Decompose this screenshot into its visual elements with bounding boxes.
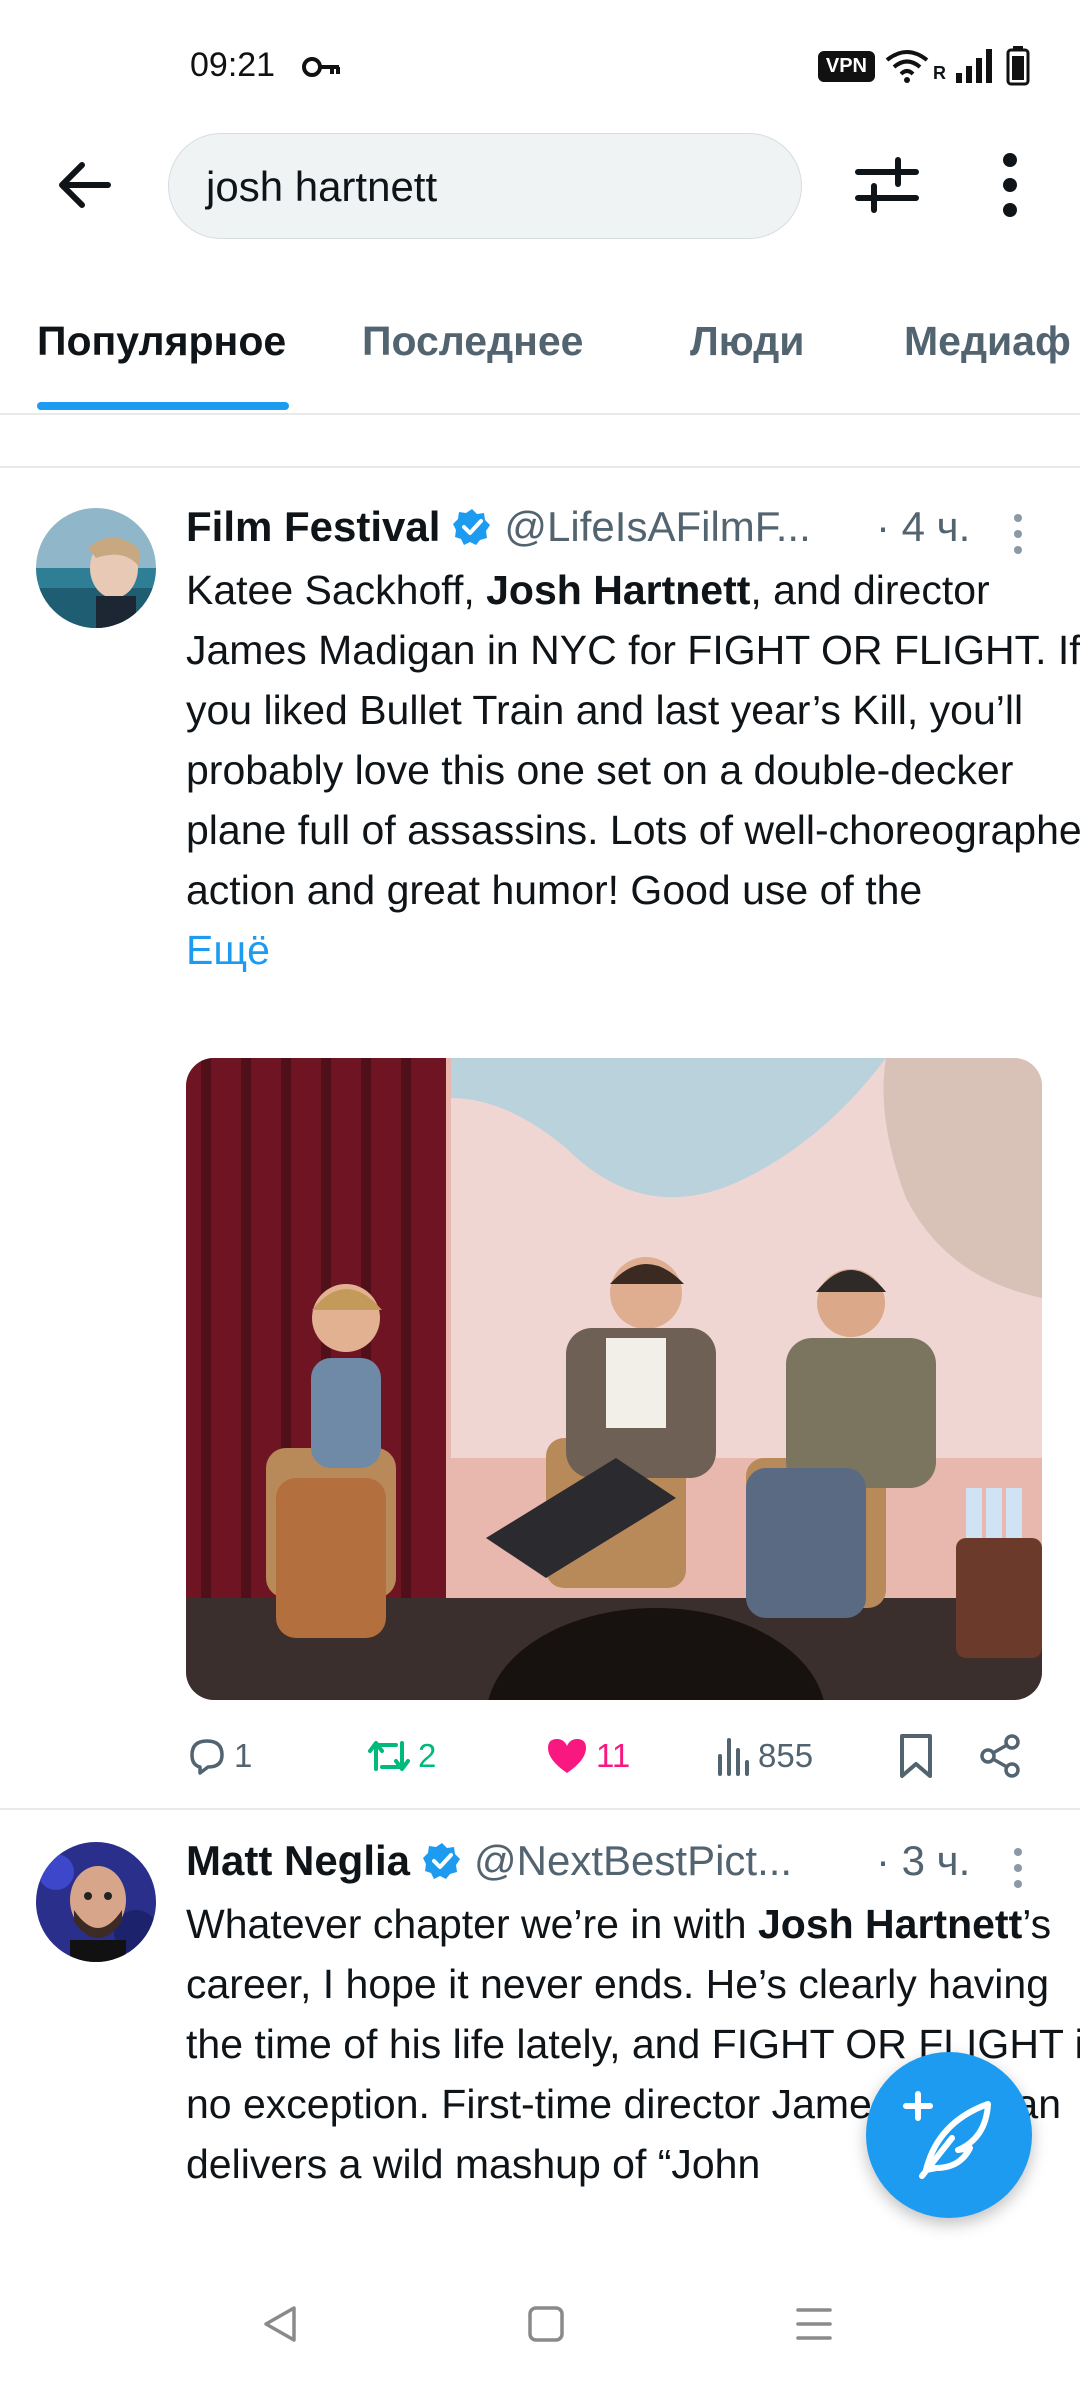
heart-icon xyxy=(548,1739,586,1773)
status-time: 09:21 xyxy=(190,46,276,84)
retweet-count: 2 xyxy=(418,1737,437,1774)
back-arrow-icon[interactable] xyxy=(50,150,120,220)
tweet-header: Matt Neglia @NextBestPict... xyxy=(186,1837,792,1885)
tweet-text-segment: , and director James Madigan in NYC for … xyxy=(186,567,1080,913)
tweet-photo[interactable] xyxy=(186,1058,1042,1700)
tab-people[interactable]: Люди xyxy=(690,318,804,365)
verified-badge-icon xyxy=(423,1843,461,1879)
search-query-text[interactable]: josh hartnett xyxy=(206,163,437,211)
tweet-text-highlight: Josh Hartnett xyxy=(757,1901,1023,1947)
filter-settings-icon[interactable] xyxy=(852,150,922,220)
retweet-button[interactable]: 2 xyxy=(366,1730,436,1782)
retweet-icon xyxy=(368,1741,410,1771)
compose-tweet-button[interactable] xyxy=(866,2052,1032,2218)
nav-back-icon[interactable] xyxy=(258,2302,302,2346)
tab-media[interactable]: Медиаф xyxy=(904,318,1071,365)
author-handle[interactable]: @LifeIsAFilmF... xyxy=(504,503,810,551)
tweet-text-highlight: Josh Hartnett xyxy=(486,567,751,613)
author-handle[interactable]: @NextBestPict... xyxy=(474,1837,792,1885)
nav-menu-icon[interactable] xyxy=(794,2304,834,2344)
status-icons: VPN R xyxy=(817,46,1030,86)
like-button[interactable]: 11 xyxy=(546,1730,630,1782)
views-button[interactable]: 855 xyxy=(716,1730,813,1782)
tweet-divider xyxy=(0,1808,1080,1810)
reply-icon xyxy=(190,1739,224,1775)
battery-icon xyxy=(1006,46,1030,86)
tweet-menu-icon[interactable] xyxy=(1008,512,1028,556)
views-chart-icon xyxy=(718,1738,749,1776)
avatar[interactable] xyxy=(36,508,156,628)
key-icon xyxy=(302,57,340,77)
photo-image xyxy=(186,1058,1042,1700)
system-nav-bar xyxy=(0,2262,1080,2400)
share-icon[interactable] xyxy=(978,1734,1022,1778)
roaming-label: R xyxy=(933,62,946,83)
avatar-image xyxy=(36,1842,156,1962)
tweet-header: Film Festival @LifeIsAFilmF... xyxy=(186,503,811,551)
reply-count: 1 xyxy=(234,1737,253,1774)
wifi-icon xyxy=(885,50,929,83)
tab-popular[interactable]: Популярное xyxy=(37,318,286,365)
tweet-menu-icon[interactable] xyxy=(1008,1846,1028,1890)
tabs-divider xyxy=(0,413,1080,415)
author-name[interactable]: Matt Neglia xyxy=(186,1837,410,1885)
more-options-icon[interactable] xyxy=(980,150,1040,220)
bookmark-icon[interactable] xyxy=(898,1732,934,1780)
vpn-icon: VPN xyxy=(817,50,875,82)
tweet-text[interactable]: Katee Sackhoff, Josh Hartnett, and direc… xyxy=(186,560,1080,980)
show-more-link[interactable]: Ещё xyxy=(186,927,270,973)
active-tab-indicator xyxy=(37,402,289,410)
tweet-text-segment: Whatever chapter we’re in with xyxy=(186,1901,758,1947)
avatar[interactable] xyxy=(36,1842,156,1962)
tab-latest[interactable]: Последнее xyxy=(362,318,583,365)
avatar-image xyxy=(36,508,156,628)
tweet-time: · 4 ч. xyxy=(876,503,971,550)
section-divider xyxy=(0,466,1080,468)
nav-home-icon[interactable] xyxy=(526,2304,566,2344)
verified-badge-icon xyxy=(453,509,491,545)
author-name[interactable]: Film Festival xyxy=(186,503,440,551)
views-count: 855 xyxy=(758,1737,814,1774)
reply-button[interactable]: 1 xyxy=(186,1730,252,1782)
tweet-text-segment: Katee Sackhoff, xyxy=(186,567,487,613)
compose-feather-icon xyxy=(903,2091,991,2179)
like-count: 11 xyxy=(596,1737,631,1774)
tweet-time: · 3 ч. xyxy=(876,1837,971,1884)
signal-icon xyxy=(956,49,992,83)
